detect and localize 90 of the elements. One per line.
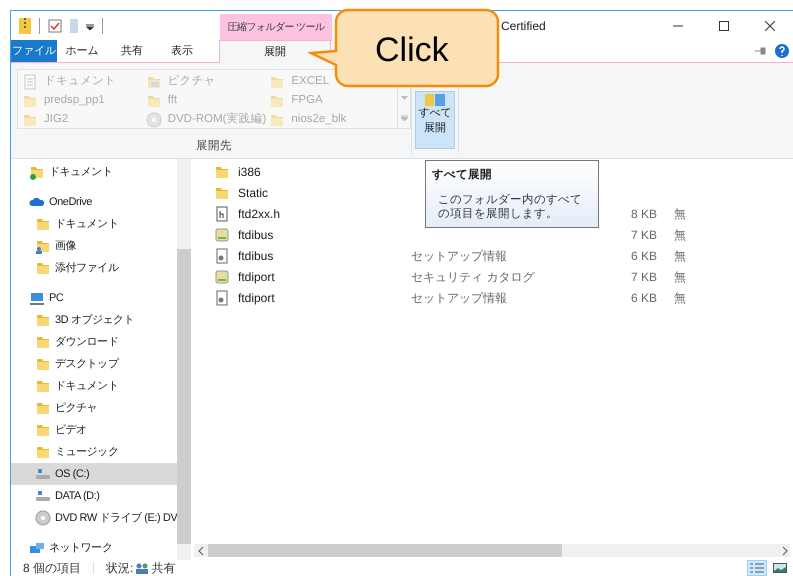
vertical-scrollbar[interactable] [177, 159, 191, 560]
file-name-cell[interactable]: ftdibus [214, 246, 411, 264]
ribbon-tab[interactable]: ファイル [11, 40, 57, 62]
maximize-icon [719, 21, 729, 31]
people-icon [135, 562, 150, 574]
ribbon-tab[interactable]: 表示 [157, 40, 207, 62]
properties-icon[interactable] [48, 19, 62, 33]
file-size-cell-text: 7 KB [630, 226, 657, 244]
header-file-icon [214, 206, 230, 222]
file-size-cell-text: 8 KB [630, 206, 657, 222]
file-attribute-cell-text: 無 [674, 226, 686, 244]
folder-icon [35, 400, 51, 416]
file-size-cell-text: 6 KB [630, 290, 657, 306]
shared-folder-icon [35, 238, 51, 254]
nav-item[interactable]: ダウンロード [11, 331, 177, 353]
group-label: 展開先 [196, 138, 232, 154]
nav-item[interactable]: ピクチャ [11, 397, 177, 419]
folder-icon [35, 334, 51, 350]
drive-icon [35, 466, 51, 482]
file-name-cell[interactable]: i386 [214, 162, 411, 180]
file-size-cell-text: 6 KB [630, 248, 657, 264]
file-attribute-cell-text: 無 [674, 268, 686, 286]
file-type-cell-text: セットアップ情報 [411, 248, 508, 264]
help-icon[interactable] [775, 44, 789, 58]
details-view-button[interactable] [747, 560, 767, 576]
document-icon [22, 74, 38, 90]
nav-item[interactable]: DATA (D:) [11, 485, 177, 507]
tooltip-title: すべて展開 [432, 168, 493, 183]
folder-icon [35, 356, 51, 372]
window-title: Certified [501, 18, 546, 35]
scrollbar-thumb[interactable] [208, 544, 562, 557]
file-attribute-cell-text: 無 [674, 248, 686, 264]
file-type-cell-text: セットアップ情報 [411, 290, 508, 306]
disc-icon [35, 510, 51, 526]
nav-item[interactable]: ドキュメント [11, 213, 177, 235]
nav-item[interactable]: 添付ファイル [11, 257, 177, 279]
dropdown-icon[interactable] [86, 22, 94, 30]
folder-icon [35, 378, 51, 394]
nav-item[interactable]: ドキュメント [11, 161, 177, 183]
nav-item[interactable]: デスクトップ [11, 353, 177, 375]
context-tab-header: 圧縮フォルダー ツール [220, 14, 332, 41]
nav-item[interactable]: OS (C:) [11, 463, 177, 485]
file-name-cell[interactable]: Static [214, 184, 411, 202]
file-size-cell-text: 7 KB [630, 268, 657, 286]
status-value: 共有 [151, 560, 176, 576]
network-icon [29, 540, 45, 556]
nav-item[interactable]: ビデオ [11, 419, 177, 441]
nav-item[interactable]: ドキュメント [11, 375, 177, 397]
pin-icon[interactable] [755, 47, 767, 55]
computer-icon [29, 290, 45, 306]
folder-icon [35, 422, 51, 438]
ribbon-tab[interactable]: 共有 [107, 40, 157, 62]
synced-folder-icon [29, 164, 45, 180]
close-icon [765, 21, 775, 31]
nav-item[interactable]: PC [11, 287, 177, 309]
zip-folder-icon [19, 18, 31, 34]
extract-all-button[interactable]: すべて展開 [415, 91, 455, 149]
file-name-cell[interactable]: ftdibus [214, 226, 411, 244]
tooltip-text: このフォルダー内のすべての項目を展開します。 [437, 193, 583, 222]
settings-file-icon [214, 290, 230, 306]
folder-icon [35, 260, 51, 276]
settings-file-icon [214, 248, 230, 264]
catalog-file-icon [214, 268, 230, 284]
disc-icon [146, 112, 162, 128]
horizontal-scrollbar[interactable] [194, 544, 790, 557]
nav-item[interactable]: DVD RW ドライブ (E:) DV [11, 507, 177, 529]
ribbon-tab[interactable]: 展開 [219, 40, 331, 63]
file-name-cell[interactable]: ftdiport [214, 268, 411, 286]
scroll-right-icon[interactable] [780, 546, 790, 556]
nav-item[interactable]: 3D オブジェクト [11, 309, 177, 331]
nav-item[interactable]: OneDrive [11, 191, 177, 213]
file-name-cell[interactable]: ftd2xx.h [214, 204, 411, 222]
callout-text: Click [375, 30, 449, 70]
nav-item[interactable]: ミュージック [11, 441, 177, 463]
item-count: 8 個の項目 [23, 560, 82, 576]
status-label: 状況: [106, 560, 134, 576]
drive-icon [35, 488, 51, 504]
folder-icon [35, 216, 51, 232]
folder-icon [35, 312, 51, 328]
file-type-cell-text: セキュリティ カタログ [411, 268, 536, 286]
nav-item[interactable]: ネットワーク [11, 537, 177, 559]
folder-icon [35, 444, 51, 460]
catalog-file-icon [214, 226, 230, 242]
scrollbar-thumb[interactable] [177, 249, 191, 544]
file-attribute-cell-text: 無 [674, 290, 686, 306]
ribbon-tab[interactable]: ホーム [57, 40, 107, 62]
file-attribute-cell-text: 無 [674, 206, 686, 222]
file-name-cell[interactable]: ftdiport [214, 288, 411, 306]
extract-icon [425, 94, 445, 106]
nav-item[interactable]: 画像 [11, 235, 177, 257]
